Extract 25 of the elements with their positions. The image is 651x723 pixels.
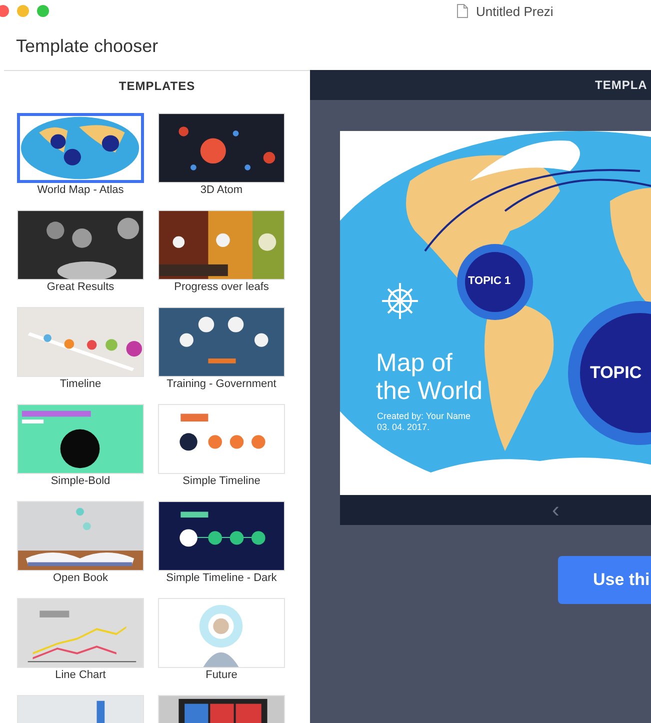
template-name: Simple Timeline - Dark xyxy=(166,571,277,586)
slide-subtitle: 03. 04. 2017. xyxy=(377,422,431,433)
use-template-button[interactable]: Use thi xyxy=(558,556,651,604)
template-name: Progress over leafs xyxy=(174,280,269,295)
close-button[interactable] xyxy=(0,5,9,17)
preview-heading: TEMPLA xyxy=(595,78,648,92)
template-name: 3D Atom xyxy=(200,183,243,198)
topic-label: TOPIC xyxy=(590,363,642,383)
template-name: Line Chart xyxy=(55,668,106,683)
template-name: Future xyxy=(206,668,238,683)
template-name: World Map - Atlas xyxy=(37,183,124,198)
template-name: Great Results xyxy=(46,280,114,295)
slide-subtitle: Created by: Your Name xyxy=(377,411,471,422)
template-name: Training - Government xyxy=(166,377,276,392)
slide-title: Map of the World xyxy=(376,349,484,405)
dialog-title: Template chooser xyxy=(16,36,158,56)
topic-label: TOPIC 1 xyxy=(468,275,511,287)
template-name: Timeline xyxy=(60,377,102,392)
document-icon xyxy=(457,4,468,18)
previous-button[interactable]: ‹ xyxy=(552,499,560,521)
template-name: Simple-Bold xyxy=(50,474,110,489)
panel-heading: TEMPLATES xyxy=(118,79,196,93)
template-name: Simple Timeline xyxy=(182,474,260,489)
template-name: Open Book xyxy=(52,571,108,586)
window-title: Untitled Prezi xyxy=(476,4,554,18)
